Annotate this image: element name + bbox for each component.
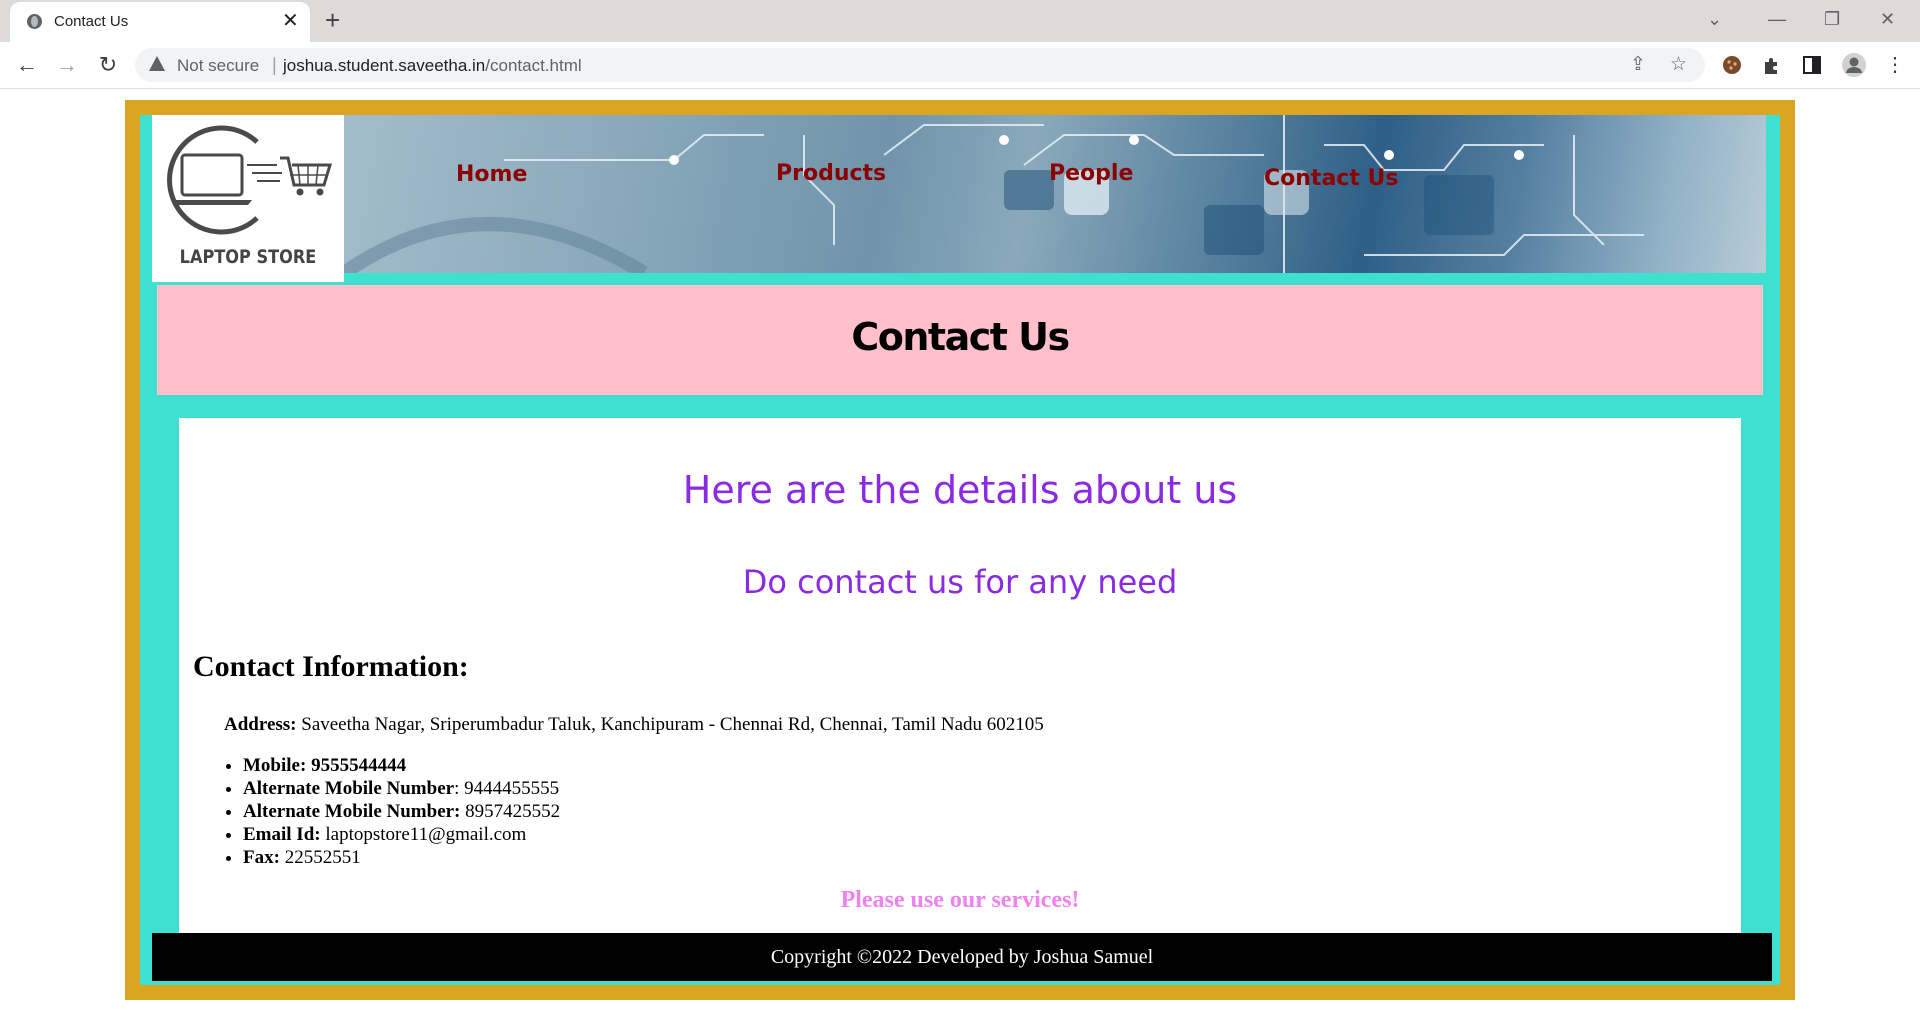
list-item: Alternate Mobile Number: 8957425552 <box>243 800 560 823</box>
contact-list: Mobile: 9555544444 Alternate Mobile Numb… <box>224 754 560 869</box>
url-path: /contact.html <box>485 56 582 75</box>
menu-kebab-icon[interactable]: ⋮ <box>1880 50 1910 80</box>
page-frame: LAPTOP STORE Home Products People Contac… <box>125 100 1795 1000</box>
list-item: Fax: 22552551 <box>243 846 560 869</box>
page-inner: LAPTOP STORE Home Products People Contac… <box>140 115 1780 985</box>
cookie-extension-icon[interactable] <box>1721 54 1743 76</box>
page-title-band: Contact Us <box>157 285 1763 395</box>
restore-icon[interactable]: ❐ <box>1824 6 1840 32</box>
extensions-puzzle-icon[interactable] <box>1761 54 1783 76</box>
profile-avatar-icon[interactable] <box>1841 52 1867 78</box>
forward-icon[interactable]: → <box>52 50 82 80</box>
browser-tab[interactable]: Contact Us ✕ <box>10 2 310 42</box>
side-panel-icon[interactable] <box>1801 54 1823 76</box>
contact-subheading: Do contact us for any need <box>742 563 1178 601</box>
address-line: Address: Saveetha Nagar, Sriperumbadur T… <box>224 714 1044 736</box>
nav-home[interactable]: Home <box>456 162 527 187</box>
share-icon[interactable]: ⇪ <box>1630 53 1646 77</box>
site-footer: Copyright ©2022 Developed by Joshua Samu… <box>152 933 1772 981</box>
site-header: LAPTOP STORE Home Products People Contac… <box>152 115 1766 282</box>
alt-mobile-label: Alternate Mobile Number <box>243 778 455 799</box>
contact-content: Here are the details about us Do contact… <box>179 418 1741 938</box>
browser-tab-strip: Contact Us ✕ + ⌄ — ❐ ✕ <box>0 0 1920 42</box>
close-tab-icon[interactable]: ✕ <box>282 9 299 33</box>
address-label: Address: <box>224 714 297 735</box>
close-window-icon[interactable]: ✕ <box>1880 6 1895 32</box>
circuit-background-image <box>344 115 1644 273</box>
back-icon[interactable]: ← <box>12 50 42 80</box>
address-bar[interactable]: Not secure | joshua.student.saveetha.in/… <box>135 48 1705 82</box>
nav-people[interactable]: People <box>1049 161 1133 186</box>
url-host: joshua.student.saveetha.in <box>283 56 486 75</box>
laptop-cart-logo-icon <box>167 125 333 235</box>
alt-mobile-2-value: 8957425552 <box>460 801 561 822</box>
separator: | <box>272 55 277 75</box>
mobile-label: Mobile: 9555544444 <box>243 755 407 776</box>
header-banner: Home Products People Contact Us <box>344 115 1766 273</box>
minimize-icon[interactable]: — <box>1768 6 1786 32</box>
logo-text: LAPTOP STORE <box>179 246 317 268</box>
closing-message: Please use our services! <box>840 887 1080 913</box>
warning-icon <box>149 56 165 71</box>
new-tab-icon[interactable]: + <box>325 6 340 34</box>
list-item: Email Id: laptopstore11@gmail.com <box>243 823 560 846</box>
list-item: Alternate Mobile Number: 9444455555 <box>243 777 560 800</box>
nav-products[interactable]: Products <box>776 161 886 186</box>
tab-title: Contact Us <box>54 13 129 30</box>
list-item: Mobile: 9555544444 <box>243 754 560 777</box>
address-value: Saveetha Nagar, Sriperumbadur Taluk, Kan… <box>296 714 1044 735</box>
copyright-text: Copyright ©2022 Developed by Joshua Samu… <box>770 946 1154 968</box>
alt-mobile-2-label: Alternate Mobile Number: <box>243 801 461 822</box>
nav-contact-us[interactable]: Contact Us <box>1264 166 1398 191</box>
url-text[interactable]: joshua.student.saveetha.in/contact.html <box>283 56 582 76</box>
globe-icon <box>27 14 42 29</box>
fax-value: 22552551 <box>279 847 361 868</box>
bookmark-star-icon[interactable]: ☆ <box>1670 53 1687 77</box>
security-label[interactable]: Not secure <box>177 56 259 76</box>
reload-icon[interactable]: ↻ <box>93 50 123 80</box>
logo[interactable]: LAPTOP STORE <box>152 115 344 282</box>
details-heading: Here are the details about us <box>682 468 1238 512</box>
browser-toolbar: ← → ↻ Not secure | joshua.student.saveet… <box>0 42 1920 89</box>
tab-search-icon[interactable]: ⌄ <box>1707 6 1722 32</box>
contact-info-title: Contact Information: <box>193 650 469 683</box>
alt-mobile-value: : 9444455555 <box>454 778 560 799</box>
email-value: laptopstore11@gmail.com <box>320 824 527 845</box>
page-title: Contact Us <box>851 315 1070 359</box>
fax-label: Fax: <box>243 847 280 868</box>
email-label: Email Id: <box>243 824 321 845</box>
